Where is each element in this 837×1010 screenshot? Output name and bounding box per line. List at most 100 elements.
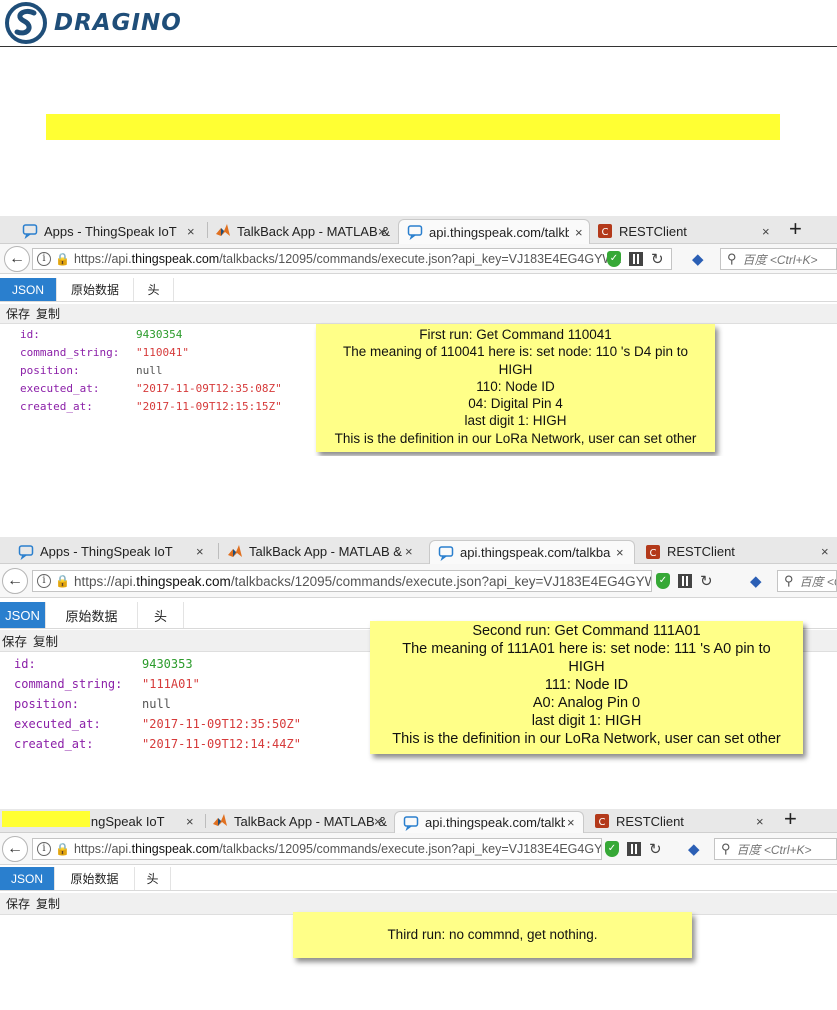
tab-headers[interactable]: 头 [138, 602, 184, 628]
close-icon[interactable]: × [567, 815, 575, 830]
close-icon[interactable]: × [374, 814, 382, 829]
close-icon[interactable]: × [762, 224, 770, 239]
tab-talkback-app[interactable]: TalkBack App - MATLAB & × [227, 540, 427, 563]
tab-api-thingspeak[interactable]: api.thingspeak.com/talkba × [429, 540, 635, 564]
tab-api-thingspeak[interactable]: api.thingspeak.com/talkba × [398, 219, 590, 244]
close-icon[interactable]: × [187, 224, 195, 239]
close-icon[interactable]: × [405, 544, 413, 559]
viewer-toolbar: 保存 复制 [0, 304, 837, 324]
tab-json[interactable]: JSON [0, 602, 46, 628]
close-icon[interactable]: × [575, 225, 583, 240]
tab-label: api.thingspeak.com/talkba [425, 815, 565, 830]
tab-api-thingspeak[interactable]: api.thingspeak.com/talkba × [394, 811, 584, 833]
json-key: position: [20, 364, 80, 377]
copy-button[interactable]: 复制 [36, 305, 60, 322]
close-icon[interactable]: × [821, 544, 829, 559]
reload-icon[interactable]: ↻ [651, 250, 664, 268]
tab-label: Apps - ThingSpeak IoT [40, 544, 173, 559]
save-button[interactable]: 保存 [6, 305, 30, 322]
qr-code-icon[interactable] [678, 574, 692, 588]
address-field[interactable]: i 🔒 https://api. thingspeak.com/talkbacks… [32, 248, 672, 270]
tab-json[interactable]: JSON [0, 867, 55, 890]
bird-icon[interactable]: ◆ [688, 840, 700, 858]
json-key: created_at: [14, 737, 94, 751]
qr-code-icon[interactable] [629, 252, 643, 266]
back-button[interactable]: ← [2, 836, 28, 862]
shield-icon[interactable]: ✓ [656, 573, 670, 589]
chat-bubble-icon [403, 815, 419, 831]
tab-label: RESTClient [619, 223, 687, 239]
note-line: 04: Digital Pin 4 [468, 396, 563, 412]
note-line: last digit 1: HIGH [531, 713, 642, 729]
search-icon: ⚲ [784, 573, 794, 588]
matlab-icon [216, 224, 230, 236]
url-host: thingspeak.com [136, 573, 231, 589]
tab-apps-thingspeak[interactable]: Apps - ThingSpeak IoT × [18, 540, 218, 563]
tab-apps-thingspeak[interactable]: Apps - ThingSpeak IoT × [22, 219, 207, 243]
json-value: "110041" [136, 346, 189, 359]
close-icon[interactable]: × [186, 814, 194, 829]
copy-button[interactable]: 复制 [33, 631, 58, 650]
close-icon[interactable]: × [756, 814, 764, 829]
browser-tab-bar: Apps - ThingSpeak IoT × TalkBack App - M… [0, 216, 837, 244]
tab-restclient[interactable]: C RESTClient × [597, 219, 777, 243]
url-path: /talkbacks/12095/commands/execute.json?a… [230, 573, 652, 589]
tab-apps-thingspeak[interactable]: ingSpeak IoT × [88, 811, 203, 831]
tab-restclient[interactable]: C RESTClient × [594, 811, 774, 831]
tab-talkback-app[interactable]: TalkBack App - MATLAB & × [212, 811, 392, 831]
info-icon[interactable]: i [37, 574, 51, 588]
info-icon[interactable]: i [37, 252, 51, 266]
new-tab-button[interactable]: + [789, 216, 802, 242]
info-icon[interactable]: i [37, 842, 51, 856]
tab-headers[interactable]: 头 [134, 278, 174, 301]
json-value: "2017-11-09T12:15:15Z" [136, 400, 282, 413]
tab-raw-data[interactable]: 原始数据 [46, 602, 138, 628]
json-key: id: [20, 328, 40, 341]
url-scheme: https://api. [73, 573, 137, 589]
search-input[interactable]: ⚲ 百度 <Ctrl+K> [777, 570, 837, 592]
back-button[interactable]: ← [4, 246, 30, 272]
bird-icon[interactable]: ◆ [692, 250, 704, 268]
json-value: "111A01" [142, 677, 200, 691]
shield-icon[interactable]: ✓ [605, 841, 619, 857]
tab-json[interactable]: JSON [0, 278, 57, 301]
save-button[interactable]: 保存 [2, 631, 27, 650]
note-line: 110: Node ID [476, 378, 555, 394]
new-tab-button[interactable]: + [784, 809, 797, 832]
restclient-icon: C [598, 224, 612, 238]
close-icon[interactable]: × [616, 545, 624, 560]
url-actions: ✓ ↻ [607, 248, 664, 270]
document-header: DRAGINO [0, 0, 837, 47]
back-button[interactable]: ← [2, 568, 28, 594]
tab-headers[interactable]: 头 [135, 867, 171, 890]
note-line: This is the definition in our LoRa Netwo… [392, 731, 781, 747]
tab-raw-data[interactable]: 原始数据 [55, 867, 135, 890]
close-icon[interactable]: × [378, 224, 386, 239]
annotation-note-second-run: Second run: Get Command 111A01 The meani… [370, 621, 803, 754]
url-scheme: https://api. [73, 252, 132, 266]
note-line: The meaning of 110041 here is: set node:… [342, 344, 689, 360]
qr-code-icon[interactable] [627, 842, 641, 856]
restclient-icon: C [646, 544, 660, 559]
tab-label: RESTClient [667, 544, 735, 559]
copy-button[interactable]: 复制 [36, 895, 60, 912]
search-input[interactable]: ⚲ 百度 <Ctrl+K> [714, 838, 837, 860]
save-button[interactable]: 保存 [6, 895, 30, 912]
bird-icon[interactable]: ◆ [750, 572, 762, 590]
shield-icon[interactable]: ✓ [607, 251, 621, 267]
tab-talkback-app[interactable]: TalkBack App - MATLAB & × [215, 219, 398, 243]
json-value: 9430354 [136, 328, 183, 341]
reload-icon[interactable]: ↻ [700, 572, 713, 590]
url-bar: ← i 🔒 https://api. thingspeak.com/talkbac… [0, 244, 837, 274]
url-actions: ✓ ↻ [605, 838, 662, 860]
tab-raw-data[interactable]: 原始数据 [57, 278, 134, 301]
address-field[interactable]: i 🔒 https://api. thingspeak.com/talkbacks… [32, 570, 652, 592]
close-icon[interactable]: × [196, 544, 204, 559]
json-content: id: 9430354 command_string: "110041" posit… [20, 328, 320, 418]
annotation-note-third-run: Third run: no commnd, get nothing. [293, 912, 692, 958]
reload-icon[interactable]: ↻ [649, 840, 662, 858]
tab-restclient[interactable]: C RESTClient × [645, 540, 837, 563]
search-input[interactable]: ⚲ 百度 <Ctrl+K> [720, 248, 837, 270]
json-value: null [142, 697, 171, 711]
address-field[interactable]: i 🔒 https://api. thingspeak.com/talkbacks… [32, 838, 602, 860]
